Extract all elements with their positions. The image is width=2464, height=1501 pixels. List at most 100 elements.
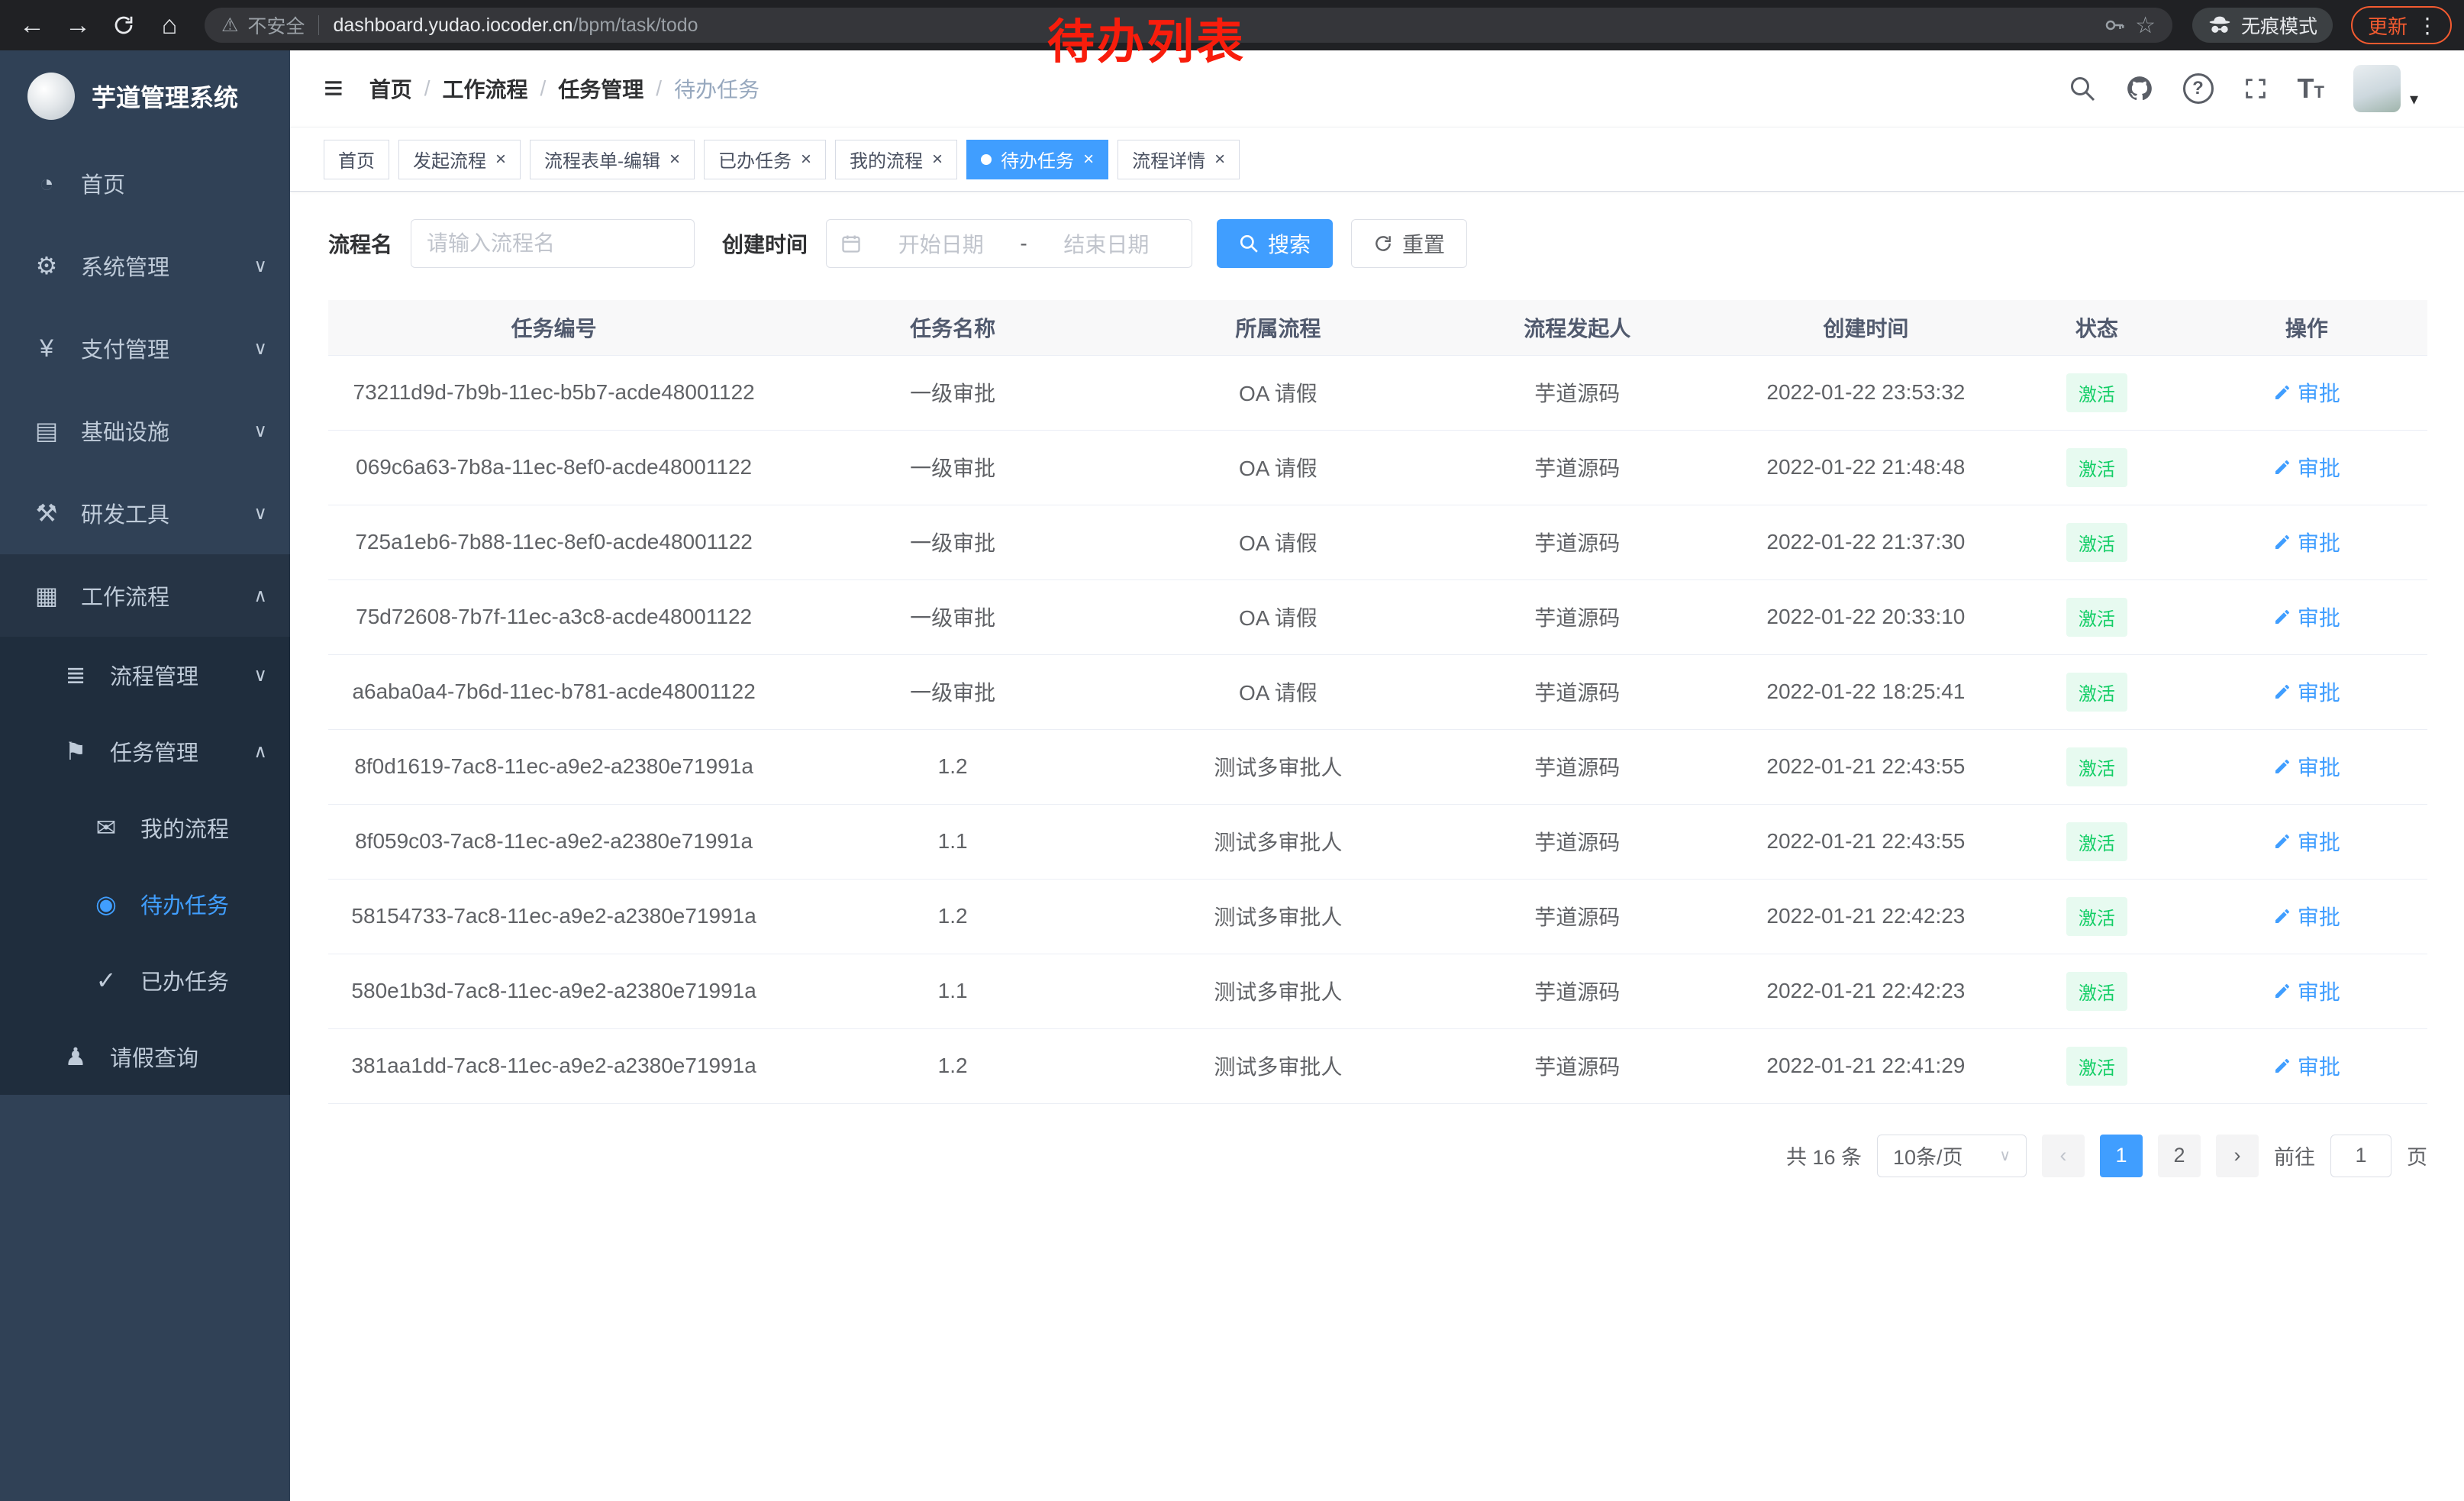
cell-task-name: 一级审批: [779, 430, 1126, 505]
browser-home-button[interactable]: ⌂: [150, 5, 189, 45]
cell-process: OA 请假: [1126, 654, 1430, 729]
breadcrumb-task-management[interactable]: 任务管理: [558, 73, 643, 104]
table-row: 58154733-7ac8-11ec-a9e2-a2380e71991a 1.2…: [328, 879, 2427, 954]
chevron-up-icon: ∧: [253, 585, 267, 607]
approve-link[interactable]: 审批: [2273, 452, 2340, 483]
tab-process-form-edit[interactable]: 流程表单-编辑 ×: [530, 140, 695, 179]
font-size-icon[interactable]: TT: [2298, 75, 2324, 102]
reset-button[interactable]: 重置: [1351, 219, 1467, 268]
help-icon[interactable]: ?: [2183, 73, 2214, 104]
sidebar-collapse-icon[interactable]: ≡: [324, 69, 343, 108]
forward-icon: →: [65, 11, 91, 40]
reload-icon: [112, 14, 135, 37]
cell-create-time: 2022-01-21 22:42:23: [1724, 954, 2008, 1028]
browser-back-button[interactable]: ←: [12, 5, 52, 45]
search-icon[interactable]: [2069, 75, 2096, 102]
cell-process: OA 请假: [1126, 505, 1430, 579]
breadcrumb-workflow[interactable]: 工作流程: [442, 73, 527, 104]
tab-todo-tasks[interactable]: 待办任务 ×: [966, 140, 1108, 179]
prev-page-button[interactable]: ‹: [2042, 1135, 2085, 1177]
sidebar-item-label: 工作流程: [81, 579, 169, 612]
approve-link[interactable]: 审批: [2273, 751, 2340, 782]
incognito-spy-icon: [2208, 15, 2232, 36]
sidebar-item-my-process[interactable]: ✉ 我的流程: [0, 789, 290, 866]
breadcrumb-current: 待办任务: [674, 73, 760, 104]
goto-page-input[interactable]: [2330, 1135, 2391, 1177]
approve-link[interactable]: 审批: [2273, 976, 2340, 1006]
sidebar-item-label: 基础设施: [81, 415, 169, 447]
approve-link[interactable]: 审批: [2273, 676, 2340, 707]
close-icon[interactable]: ×: [1214, 150, 1225, 169]
search-button[interactable]: 搜索: [1217, 219, 1333, 268]
sidebar-item-process-management[interactable]: ≣ 流程管理 ∨: [0, 637, 290, 713]
approve-link[interactable]: 审批: [2273, 826, 2340, 857]
cell-status: 激活: [2008, 954, 2186, 1028]
tools-icon: ⚒: [31, 499, 63, 528]
sidebar-item-done-tasks[interactable]: ✓ 已办任务: [0, 942, 290, 1018]
edit-icon: [2273, 907, 2291, 925]
sidebar-item-label: 任务管理: [110, 735, 198, 767]
tab-home[interactable]: 首页: [324, 140, 389, 179]
end-date-placeholder[interactable]: 结束日期: [1035, 228, 1178, 259]
url-text[interactable]: dashboard.yudao.iocoder.cn/bpm/task/todo: [333, 15, 698, 37]
password-key-icon[interactable]: [2103, 14, 2126, 37]
cell-action: 审批: [2186, 430, 2427, 505]
sidebar-item-todo-tasks[interactable]: ◉ 待办任务: [0, 866, 290, 942]
start-date-placeholder[interactable]: 开始日期: [869, 228, 1012, 259]
sidebar-item-home[interactable]: ◔ 首页: [0, 142, 290, 224]
sidebar-item-workflow[interactable]: ▦ 工作流程 ∧: [0, 554, 290, 637]
sidebar-item-leave-query[interactable]: ♟ 请假查询: [0, 1018, 290, 1095]
close-icon[interactable]: ×: [801, 150, 811, 169]
breadcrumb-home[interactable]: 首页: [369, 73, 412, 104]
calendar-icon: [840, 233, 862, 254]
browser-forward-button[interactable]: →: [58, 5, 98, 45]
security-label[interactable]: 不安全: [247, 11, 305, 39]
approve-link[interactable]: 审批: [2273, 1051, 2340, 1081]
sidebar-item-task-management[interactable]: ⚑ 任务管理 ∧: [0, 713, 290, 789]
tab-my-process[interactable]: 我的流程 ×: [835, 140, 957, 179]
cell-task-id: 73211d9d-7b9b-11ec-b5b7-acde48001122: [328, 355, 779, 430]
close-icon[interactable]: ×: [495, 150, 506, 169]
table-header-row: 任务编号 任务名称 所属流程 流程发起人 创建时间 状态 操作: [328, 300, 2427, 355]
table-row: 381aa1dd-7ac8-11ec-a9e2-a2380e71991a 1.2…: [328, 1028, 2427, 1103]
breadcrumb: 首页 / 工作流程 / 任务管理 / 待办任务: [369, 73, 760, 104]
browser-reload-button[interactable]: [104, 5, 144, 45]
approve-link[interactable]: 审批: [2273, 901, 2340, 931]
approve-link[interactable]: 审批: [2273, 527, 2340, 557]
cell-initiator: 芋道源码: [1430, 355, 1724, 430]
app-logo[interactable]: 芋道管理系统: [0, 50, 290, 142]
refresh-icon: [1373, 234, 1393, 253]
browser-menu-dots-icon[interactable]: ⋮: [2417, 13, 2438, 38]
sidebar-item-devtools[interactable]: ⚒ 研发工具 ∨: [0, 472, 290, 554]
bookmark-star-icon[interactable]: ☆: [2135, 12, 2156, 39]
close-icon[interactable]: ×: [1083, 150, 1094, 169]
approve-link[interactable]: 审批: [2273, 602, 2340, 632]
approve-link[interactable]: 审批: [2273, 377, 2340, 408]
fullscreen-icon[interactable]: [2243, 76, 2269, 102]
tab-start-process[interactable]: 发起流程 ×: [398, 140, 521, 179]
tab-process-detail[interactable]: 流程详情 ×: [1118, 140, 1240, 179]
pagination-total: 共 16 条: [1786, 1141, 1862, 1170]
sidebar-item-label: 待办任务: [140, 888, 229, 920]
browser-update-button[interactable]: 更新 ⋮: [2351, 6, 2452, 44]
cell-status: 激活: [2008, 654, 2186, 729]
sidebar-item-system[interactable]: ⚙ 系统管理 ∨: [0, 224, 290, 307]
date-range-picker[interactable]: 开始日期 - 结束日期: [826, 219, 1192, 268]
close-icon[interactable]: ×: [669, 150, 680, 169]
tab-done-tasks[interactable]: 已办任务 ×: [704, 140, 826, 179]
edit-icon: [2273, 533, 2291, 551]
page-button-2[interactable]: 2: [2158, 1135, 2201, 1177]
user-avatar[interactable]: [2353, 65, 2401, 112]
page-button-1[interactable]: 1: [2100, 1135, 2143, 1177]
avatar-caret-down-icon[interactable]: ▾: [2410, 89, 2418, 109]
github-icon[interactable]: [2125, 74, 2154, 103]
cell-task-id: 725a1eb6-7b88-11ec-8ef0-acde48001122: [328, 505, 779, 579]
column-process: 所属流程: [1126, 300, 1430, 355]
sidebar-item-payment[interactable]: ¥ 支付管理 ∨: [0, 307, 290, 389]
page-unit-label: 页: [2407, 1141, 2427, 1170]
next-page-button[interactable]: ›: [2216, 1135, 2259, 1177]
process-name-input[interactable]: [411, 219, 695, 268]
sidebar-item-infrastructure[interactable]: ▤ 基础设施 ∨: [0, 389, 290, 472]
page-size-select[interactable]: 10条/页 ∨: [1877, 1135, 2027, 1177]
close-icon[interactable]: ×: [932, 150, 943, 169]
